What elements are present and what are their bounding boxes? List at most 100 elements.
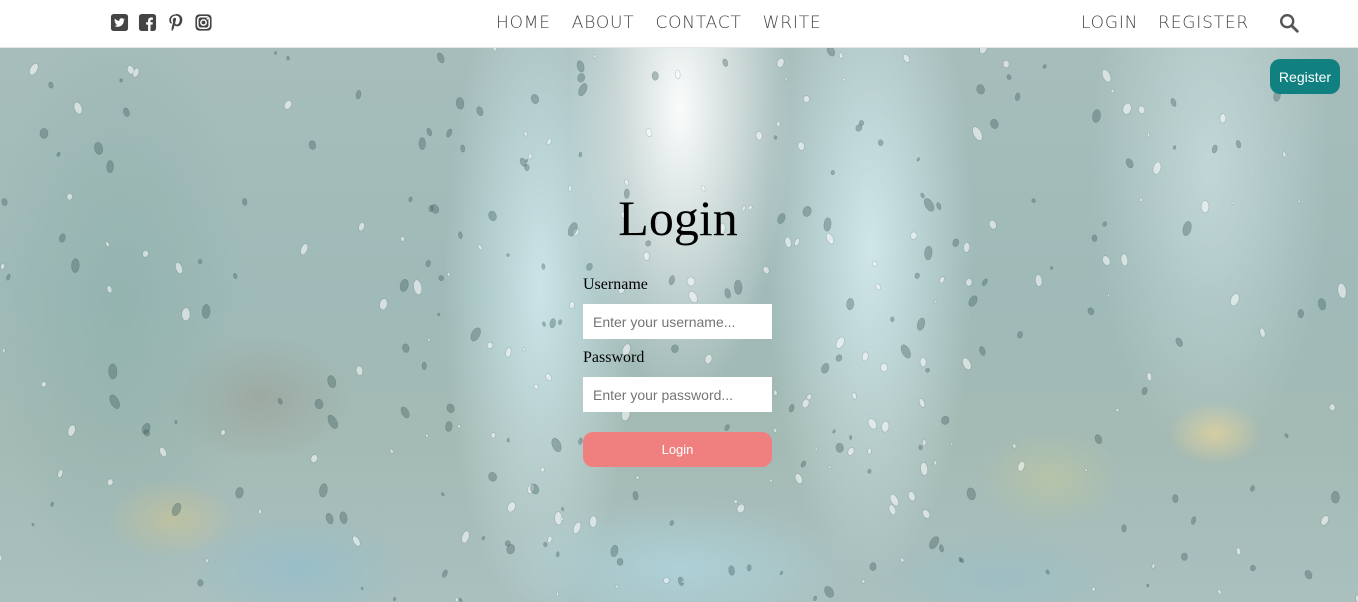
- rain-drop: [610, 544, 619, 557]
- rain-drop: [643, 251, 650, 261]
- rain-drop: [1181, 552, 1188, 561]
- rain-drop: [888, 504, 897, 516]
- rain-drop: [918, 398, 926, 408]
- rain-drop: [704, 354, 713, 365]
- rain-drop: [736, 503, 745, 514]
- facebook-square-icon[interactable]: [138, 13, 157, 32]
- nav-contact[interactable]: CONTACT: [655, 13, 741, 33]
- rain-drop: [119, 78, 123, 83]
- rain-drop: [877, 139, 884, 146]
- rain-drop: [525, 158, 529, 163]
- login-submit-button[interactable]: Login: [583, 432, 772, 467]
- rain-drop: [545, 373, 552, 382]
- rain-drop: [681, 580, 685, 584]
- rain-drop: [814, 447, 818, 451]
- rain-drop: [181, 307, 191, 322]
- rain-drop: [1107, 293, 1110, 298]
- rain-drop: [413, 279, 423, 296]
- rain-drop: [39, 128, 49, 139]
- rain-drop: [1284, 433, 1289, 439]
- rain-drop: [105, 241, 110, 247]
- rain-drop: [813, 595, 817, 602]
- nav-home[interactable]: HOME: [496, 13, 551, 33]
- rain-drop: [933, 460, 937, 466]
- rain-drop: [389, 448, 394, 454]
- rain-drop: [533, 383, 539, 390]
- twitter-square-icon[interactable]: [110, 13, 129, 32]
- rain-drop: [437, 312, 441, 316]
- rain-drop: [455, 597, 459, 602]
- rain-drop: [803, 95, 810, 103]
- rain-drop: [825, 233, 835, 245]
- rain-drop: [201, 304, 211, 319]
- rain-drop: [724, 288, 731, 299]
- rain-drop: [1231, 200, 1235, 205]
- rain-drop: [427, 337, 431, 342]
- rain-drop: [577, 73, 586, 83]
- rain-drop: [421, 361, 427, 370]
- rain-drop: [481, 536, 486, 541]
- rain-drop: [1006, 74, 1012, 80]
- rain-drop: [1259, 327, 1266, 338]
- rain-drop: [976, 84, 985, 95]
- rain-drop: [551, 437, 562, 453]
- main-nav: HOME ABOUT CONTACT WRITE: [496, 13, 821, 33]
- rain-drop: [941, 415, 950, 425]
- rain-drop: [1172, 145, 1177, 150]
- rain-drop: [755, 131, 763, 141]
- register-button[interactable]: Register: [1270, 59, 1340, 94]
- rain-drop: [488, 210, 497, 221]
- rain-drop: [823, 217, 832, 232]
- rain-drop: [830, 170, 835, 176]
- search-icon[interactable]: [1279, 13, 1299, 33]
- rain-drop: [842, 77, 846, 82]
- rain-drop: [436, 52, 445, 64]
- rain-drop: [438, 275, 444, 282]
- rain-drop: [555, 551, 560, 558]
- rain-drop: [428, 205, 434, 213]
- rain-drop: [939, 544, 944, 553]
- rain-drop: [1250, 485, 1255, 492]
- rain-drop: [1297, 309, 1305, 319]
- password-input[interactable]: [583, 377, 772, 412]
- nav-login[interactable]: LOGIN: [1081, 13, 1138, 33]
- rain-drop: [142, 250, 149, 258]
- rain-drop: [671, 344, 679, 353]
- rain-drop: [1182, 221, 1192, 236]
- rain-drop: [476, 106, 484, 117]
- nav-about[interactable]: ABOUT: [572, 13, 635, 33]
- rain-drop: [979, 346, 986, 356]
- rain-drop: [1146, 132, 1151, 138]
- rain-drop: [824, 586, 835, 598]
- rain-drop: [1122, 102, 1132, 115]
- rain-drop: [506, 253, 510, 257]
- rain-drop: [58, 233, 66, 243]
- rain-drop: [358, 222, 365, 232]
- rain-drop: [220, 429, 226, 436]
- rain-drop: [488, 471, 497, 482]
- rain-drop: [1151, 563, 1156, 569]
- username-input[interactable]: [583, 304, 772, 339]
- nav-write[interactable]: WRITE: [763, 13, 822, 33]
- rain-drop: [1235, 139, 1242, 149]
- rain-drop: [881, 420, 890, 433]
- rain-drop: [794, 473, 803, 485]
- rain-drop: [875, 283, 881, 291]
- rain-drop: [554, 511, 563, 526]
- rain-drop: [425, 433, 429, 438]
- rain-drop: [1172, 494, 1179, 503]
- instagram-icon[interactable]: [194, 13, 213, 32]
- rain-drop: [1328, 403, 1336, 411]
- rain-drop: [524, 163, 530, 172]
- rain-drop: [952, 238, 960, 248]
- rain-drop: [408, 196, 413, 203]
- rain-drop: [527, 483, 535, 494]
- rain-drop: [939, 276, 945, 284]
- rain-drop: [1317, 298, 1327, 311]
- rain-drop: [66, 193, 73, 201]
- nav-register[interactable]: REGISTER: [1158, 13, 1249, 33]
- rain-drop: [504, 540, 511, 547]
- pinterest-icon[interactable]: [166, 13, 185, 32]
- rain-drop: [492, 48, 497, 52]
- social-links: [110, 13, 213, 32]
